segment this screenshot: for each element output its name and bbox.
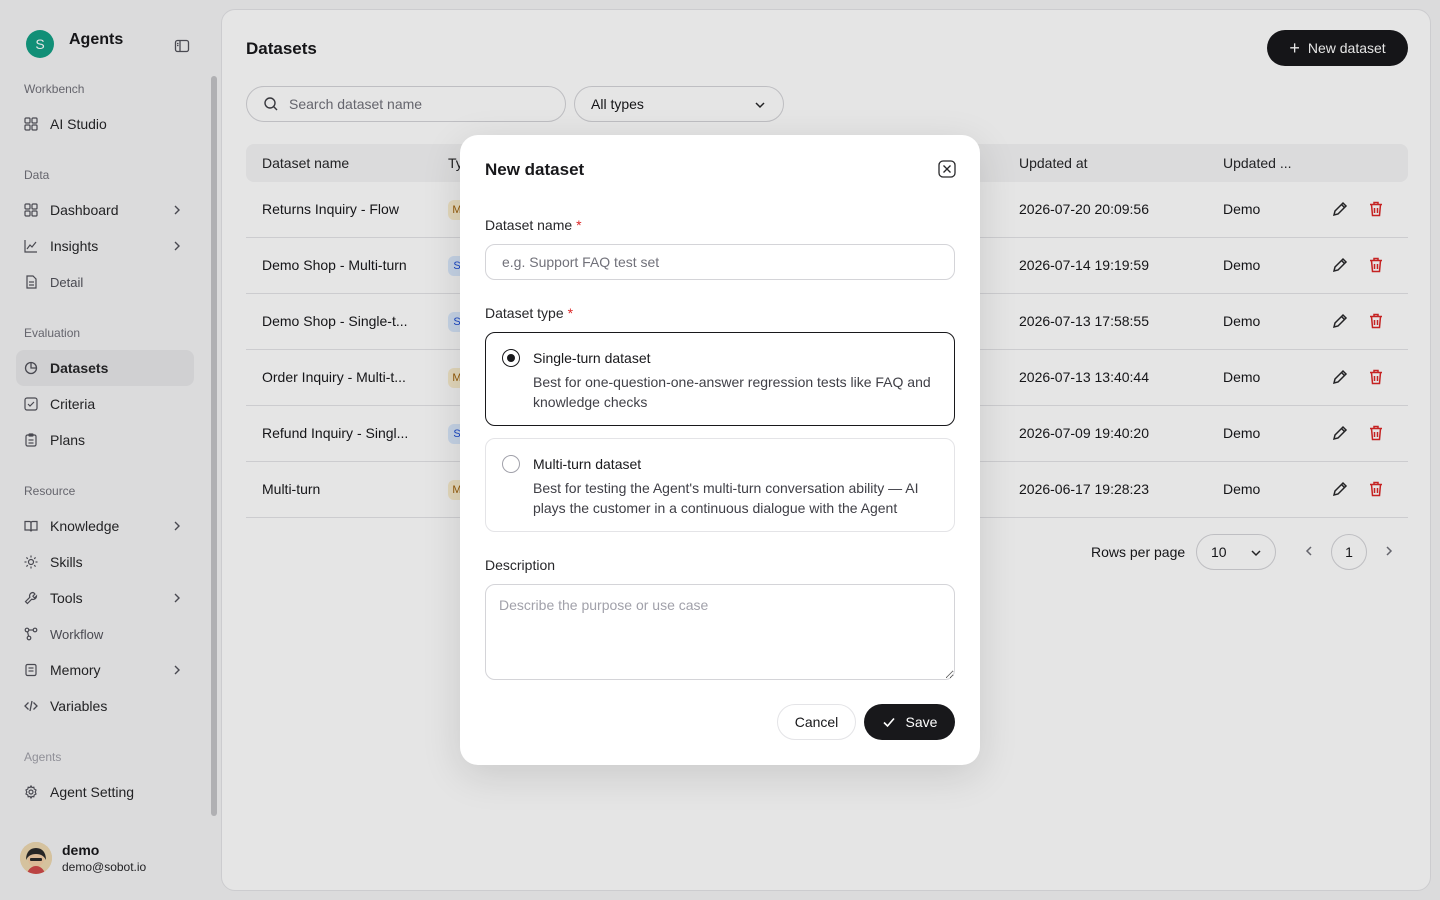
dialog-title: New dataset xyxy=(485,160,585,179)
required-mark: * xyxy=(567,305,574,321)
option-multi-turn[interactable]: Multi-turn dataset Best for testing the … xyxy=(485,438,955,532)
description-textarea[interactable] xyxy=(485,584,955,680)
dataset-name-label-text: Dataset name xyxy=(485,217,573,233)
radio-single-turn[interactable] xyxy=(502,349,520,367)
description-label: Description xyxy=(485,557,556,573)
required-mark: * xyxy=(576,217,582,233)
radio-multi-turn[interactable] xyxy=(502,455,520,473)
new-dataset-dialog: New dataset Dataset name* Dataset type* … xyxy=(460,135,980,765)
modal-backdrop[interactable]: New dataset Dataset name* Dataset type* … xyxy=(0,0,1440,900)
close-icon[interactable] xyxy=(938,160,956,178)
dataset-name-label: Dataset name * xyxy=(485,217,582,233)
option-description: Best for one-question-one-answer regress… xyxy=(533,374,931,410)
option-title: Multi-turn dataset xyxy=(533,456,642,472)
save-label: Save xyxy=(905,714,938,730)
option-title: Single-turn dataset xyxy=(533,350,651,366)
check-icon xyxy=(882,717,895,728)
option-description: Best for testing the Agent's multi-turn … xyxy=(533,480,919,516)
option-single-turn[interactable]: Single-turn dataset Best for one-questio… xyxy=(485,332,955,426)
cancel-button[interactable]: Cancel xyxy=(777,704,856,740)
dataset-type-label-text: Dataset type xyxy=(485,305,564,321)
dataset-name-input[interactable] xyxy=(485,244,955,280)
dataset-type-label: Dataset type * xyxy=(485,305,573,321)
save-button[interactable]: Save xyxy=(864,704,955,740)
